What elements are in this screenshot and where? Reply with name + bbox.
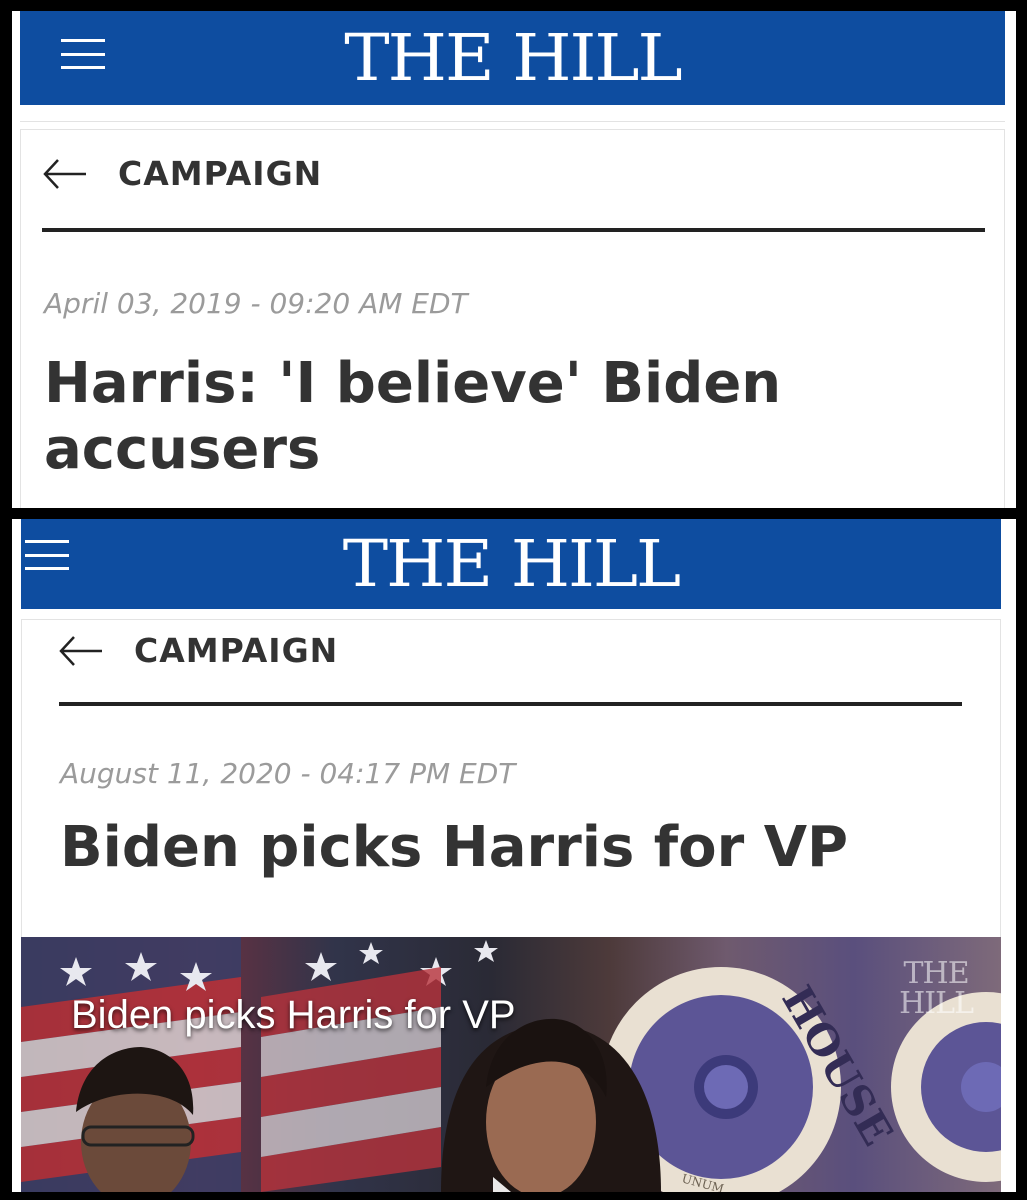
back-arrow-icon[interactable] bbox=[58, 634, 104, 668]
article-headline: Harris: 'I believe' Biden accusers bbox=[44, 351, 782, 483]
video-frame-image: HOUSE UNUM bbox=[21, 937, 1001, 1192]
section-nav: CAMPAIGN bbox=[42, 154, 322, 193]
video-player[interactable]: HOUSE UNUM Biden picks Harris for VP THE… bbox=[21, 937, 1001, 1192]
screenshot-2020: THE HILL CAMPAIGN August 11, 2020 - 04:1… bbox=[12, 519, 1016, 1192]
content-frame-right bbox=[1004, 129, 1005, 508]
section-rule bbox=[59, 702, 962, 706]
content-frame-top bbox=[21, 619, 1001, 620]
site-logo[interactable]: THE HILL bbox=[344, 20, 682, 95]
article-headline: Biden picks Harris for VP bbox=[60, 815, 849, 880]
screenshot-2019: THE HILL CAMPAIGN April 03, 2019 - 09:20… bbox=[12, 11, 1016, 508]
hamburger-menu-icon[interactable] bbox=[25, 540, 69, 570]
site-logo[interactable]: THE HILL bbox=[343, 526, 681, 601]
video-caption: Biden picks Harris for VP bbox=[71, 993, 516, 1037]
video-watermark-logo: THE HILL bbox=[899, 956, 974, 1021]
content-frame-top bbox=[20, 129, 1005, 130]
content-frame-left bbox=[20, 129, 21, 508]
site-header: THE HILL bbox=[20, 11, 1005, 105]
back-arrow-icon[interactable] bbox=[42, 157, 88, 191]
content-frame-left bbox=[21, 619, 22, 939]
section-nav: CAMPAIGN bbox=[58, 631, 338, 670]
header-divider bbox=[20, 121, 1005, 122]
section-label[interactable]: CAMPAIGN bbox=[118, 154, 322, 193]
section-label[interactable]: CAMPAIGN bbox=[134, 631, 338, 670]
site-header: THE HILL bbox=[21, 519, 1001, 609]
article-date: August 11, 2020 - 04:17 PM EDT bbox=[60, 757, 516, 790]
article-date: April 03, 2019 - 09:20 AM EDT bbox=[44, 287, 468, 320]
content-frame-right bbox=[1000, 619, 1001, 939]
hamburger-menu-icon[interactable] bbox=[61, 39, 105, 69]
attendee-figure bbox=[76, 1047, 195, 1192]
section-rule bbox=[42, 228, 985, 232]
